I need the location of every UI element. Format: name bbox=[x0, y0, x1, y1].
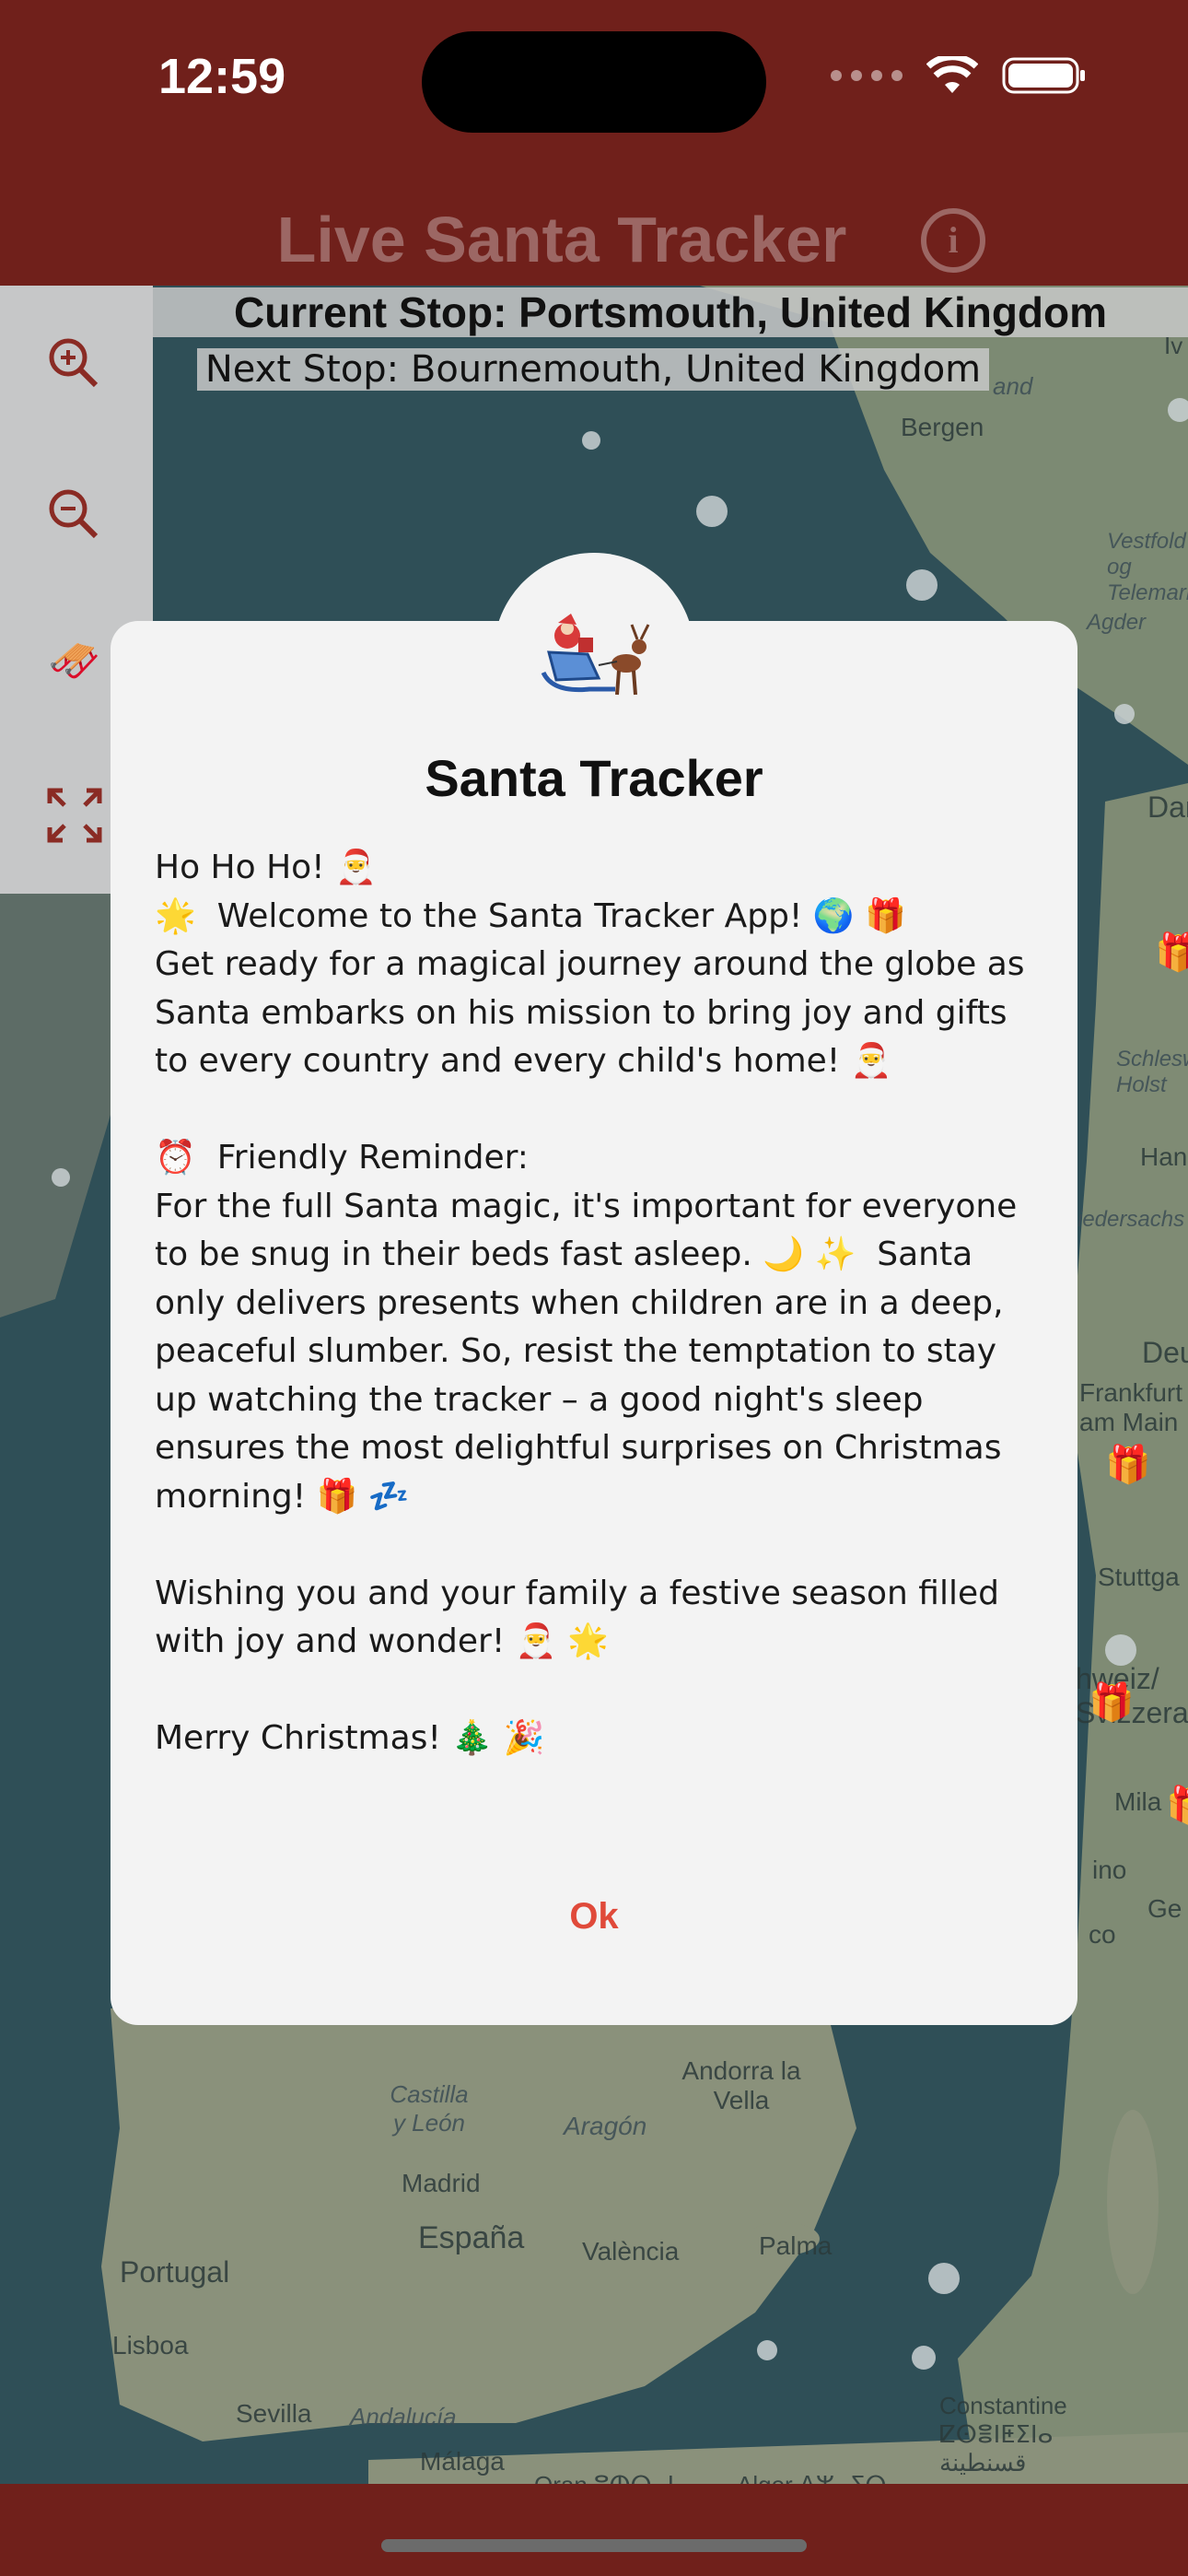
bottom-bar bbox=[0, 2484, 1188, 2576]
dialog-message: Ho Ho Ho! 🎅 🌟 Welcome to the Santa Track… bbox=[155, 849, 1025, 1757]
ok-button[interactable]: Ok bbox=[516, 1889, 672, 1944]
santa-sleigh-icon bbox=[541, 614, 650, 696]
home-indicator[interactable] bbox=[381, 2539, 807, 2552]
dialog-title: Santa Tracker bbox=[425, 749, 763, 807]
